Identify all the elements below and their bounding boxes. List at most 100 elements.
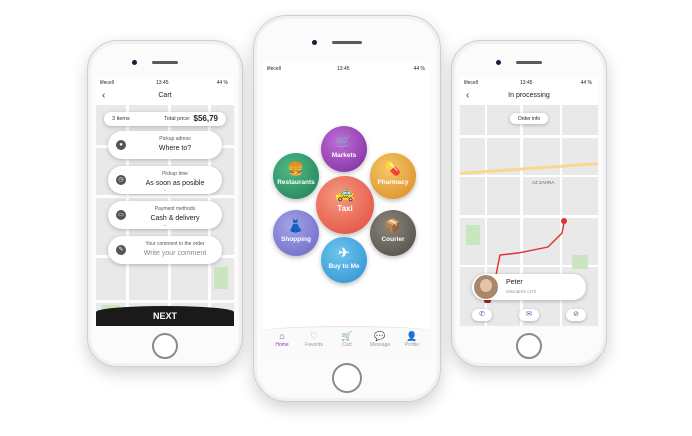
field-label: Your comment to the order [145,241,205,247]
next-button[interactable]: NEXT [96,306,234,326]
chevron-down-icon: ⌄ [162,187,168,193]
field-label: Pickup adress [159,136,191,142]
page-title: In processing [508,92,550,99]
status-bar: lifecell 13:45 44 % [263,63,431,75]
order-info-label: Order info [517,116,541,122]
comment-field[interactable]: ✎ Your comment to the order Write your c… [108,236,222,264]
taxi-icon: 🚕 [335,185,355,202]
battery-text: 44 % [216,80,228,86]
cart-icon: 🛒 [335,134,353,149]
total-label: Total price: [164,116,191,122]
payment-method-field[interactable]: ▭ Payment methods Cash & delivery ⌄ [108,201,222,229]
home-button[interactable] [152,333,178,359]
carrier-text: lifecell [267,66,281,72]
category-label: Shopping [281,236,311,243]
field-label: Payment methods [154,206,196,212]
category-restaurants[interactable]: 🍔 Restaurants [273,153,319,199]
field-value: As soon as posible [145,180,205,187]
card-icon: ▭ [116,210,126,220]
status-bar: lifecell 13:45 44 % [96,77,234,89]
home-button[interactable] [332,363,362,393]
tab-profile[interactable]: 👤 Profile [397,331,427,348]
left-phone: lifecell 13:45 44 % ‹ Cart 3 items Total… [87,40,243,367]
user-icon: 👤 [406,331,418,341]
total-value: $56,79 [193,114,218,123]
category-buy-to-me[interactable]: ✈ Buy to Me [321,237,367,283]
cart-screen: lifecell 13:45 44 % ‹ Cart 3 items Total… [96,77,234,326]
front-camera [132,60,137,65]
tab-label: Profile [404,342,420,348]
tab-message[interactable]: 💬 Message [365,331,395,348]
clock-icon: ◷ [116,175,126,185]
location-pin-icon: ● [116,140,126,150]
pickup-time-field[interactable]: ◷ Pickup time As soon as posible ⌄ [108,166,222,194]
front-camera [496,60,501,65]
tab-cart[interactable]: 🛒 Cart [332,331,362,348]
home-icon: ⌂ [279,331,285,341]
home-screen: lifecell 13:45 44 % 🛒 Markets 🍔 Restaura… [263,63,431,357]
battery-text: 44 % [580,80,592,86]
category-shopping[interactable]: 👗 Shopping [273,210,319,256]
tab-bar: ⌂ Home ♡ Favorits 🛒 Cart 💬 Message 👤 Pro… [263,326,431,357]
field-value: Where to? [158,145,192,152]
battery-text: 44 % [413,66,425,72]
heart-icon: ♡ [309,331,319,341]
cart-icon: 🛒 [341,331,353,341]
carrier-text: lifecell [464,80,478,86]
header-bar: ‹ Cart [96,89,234,105]
tab-label: Home [275,342,289,348]
avatar [474,275,498,299]
time-text: 13:45 [156,80,169,86]
pencil-icon: ✎ [116,245,126,255]
category-pharmacy[interactable]: 💊 Pharmacy [370,153,416,199]
next-label: NEXT [152,311,177,321]
right-phone: lifecell 13:45 44 % ‹ In processing AZ Z… [451,40,607,367]
time-text: 13:45 [520,80,533,86]
chevron-down-icon: ⌄ [162,222,168,228]
field-value: Cash & delivery [150,215,200,222]
burger-icon: 🍔 [287,161,305,176]
tab-home[interactable]: ⌂ Home [267,331,297,348]
items-count: 3 items [112,116,130,122]
order-info-button[interactable]: Order info [510,113,548,124]
home-button[interactable] [516,333,542,359]
speaker [152,61,178,64]
front-camera [312,40,317,45]
message-icon[interactable]: ✉ [519,309,539,321]
cart-summary: 3 items Total price: $56,79 [104,112,226,126]
carrier-text: lifecell [100,80,114,86]
category-label: Courier [381,236,405,243]
driver-car: Mitsubishi (470 [506,289,537,294]
action-bar: ✆ ✉ ⊘ [460,309,598,323]
airplane-icon: ✈ [338,245,350,260]
cancel-icon[interactable]: ⊘ [566,309,586,321]
driver-name: Peter [506,279,523,286]
processing-screen: lifecell 13:45 44 % ‹ In processing AZ Z… [460,77,598,326]
center-phone: lifecell 13:45 44 % 🛒 Markets 🍔 Restaura… [253,15,441,402]
tab-label: Favorits [305,342,323,348]
pickup-address-field[interactable]: ● Pickup adress Where to? [108,131,222,159]
dress-icon: 👗 [287,218,305,233]
pill-icon: 💊 [384,161,402,176]
tab-favorits[interactable]: ♡ Favorits [299,331,329,348]
speaker [516,61,542,64]
tab-label: Cart [342,342,352,348]
time-text: 13:45 [337,66,350,72]
phone-icon[interactable]: ✆ [472,309,492,321]
field-label: Pickup time [162,171,188,177]
category-label: Markets [331,152,357,159]
header-bar: ‹ In processing [460,89,598,105]
box-icon: 📦 [384,218,402,233]
category-label: Taxi [337,204,353,213]
speaker [332,41,362,44]
category-markets[interactable]: 🛒 Markets [321,126,367,172]
page-title: Cart [158,92,172,99]
chat-icon: 💬 [374,331,386,341]
category-label: Buy to Me [328,263,360,270]
status-bar: lifecell 13:45 44 % [460,77,598,89]
driver-card[interactable]: Peter Mitsubishi (470 [472,274,586,300]
category-taxi[interactable]: 🚕 Taxi [316,176,374,234]
category-courier[interactable]: 📦 Courier [370,210,416,256]
category-label: Restaurants [277,179,315,186]
tab-label: Message [369,342,391,348]
